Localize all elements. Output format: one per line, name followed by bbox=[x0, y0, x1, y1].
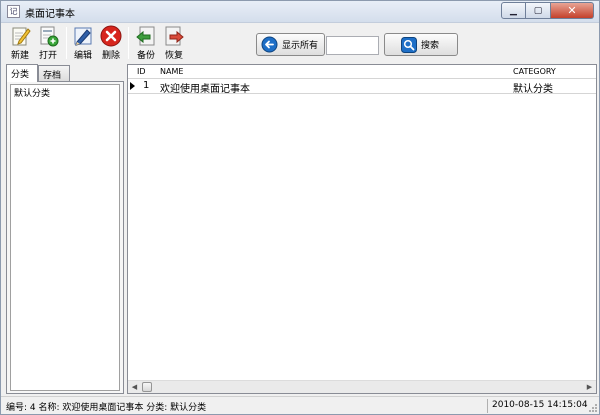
restore-button[interactable]: 恢复 bbox=[160, 25, 188, 61]
scroll-right-icon[interactable]: ▶ bbox=[583, 381, 596, 393]
close-button[interactable]: ✕ bbox=[551, 2, 594, 19]
status-bar: 编号: 4 名称: 欢迎使用桌面记事本 分类: 默认分类 2010-08-15 … bbox=[1, 396, 599, 414]
restore-label: 恢复 bbox=[164, 51, 183, 61]
search-button[interactable]: 搜索 bbox=[384, 33, 458, 56]
edit-button[interactable]: 编辑 bbox=[69, 25, 97, 61]
grid-header: ID NAME CATEGORY bbox=[128, 65, 596, 79]
app-icon: 记 bbox=[7, 5, 20, 18]
backup-label: 备份 bbox=[136, 51, 155, 61]
delete-button[interactable]: 删除 bbox=[97, 25, 125, 61]
new-label: 新建 bbox=[10, 51, 29, 61]
search-icon bbox=[401, 36, 417, 53]
cell-id: 1 bbox=[143, 80, 150, 91]
horizontal-scrollbar[interactable]: ◀ ▶ bbox=[128, 380, 596, 393]
backup-button[interactable]: 备份 bbox=[132, 25, 160, 61]
status-separator bbox=[487, 399, 488, 413]
window-controls: ▁ ▢ ✕ bbox=[501, 2, 594, 19]
main-window: 记 桌面记事本 ▁ ▢ ✕ 新建 打开 编辑 删除 备份 恢复 显示所有 搜索 … bbox=[0, 0, 600, 415]
back-arrow-icon bbox=[261, 36, 278, 53]
restore-icon bbox=[165, 26, 184, 46]
delete-icon bbox=[100, 25, 122, 47]
table-row[interactable]: 1 欢迎使用桌面记事本 默认分类 bbox=[128, 79, 596, 95]
new-button[interactable]: 新建 bbox=[6, 25, 34, 61]
column-header-id[interactable]: ID bbox=[137, 67, 146, 76]
cell-name: 欢迎使用桌面记事本 bbox=[160, 84, 250, 95]
new-note-icon bbox=[12, 27, 31, 46]
notes-grid: ID NAME CATEGORY 1 欢迎使用桌面记事本 默认分类 ◀ ▶ bbox=[127, 64, 597, 394]
window-title: 桌面记事本 bbox=[25, 9, 75, 20]
toolbar-separator bbox=[128, 27, 129, 59]
resize-grip-icon[interactable] bbox=[588, 403, 598, 413]
edit-label: 编辑 bbox=[73, 51, 92, 61]
scroll-thumb[interactable] bbox=[142, 382, 152, 392]
backup-icon bbox=[136, 26, 155, 46]
toolbar: 新建 打开 编辑 删除 备份 恢复 显示所有 搜索 bbox=[1, 23, 599, 64]
scroll-left-icon[interactable]: ◀ bbox=[128, 381, 141, 393]
show-all-button[interactable]: 显示所有 bbox=[256, 33, 325, 56]
title-bar[interactable]: 记 桌面记事本 ▁ ▢ ✕ bbox=[1, 1, 599, 23]
minimize-button[interactable]: ▁ bbox=[501, 2, 526, 19]
list-item[interactable]: 默认分类 bbox=[11, 85, 119, 100]
column-header-category[interactable]: CATEGORY bbox=[513, 67, 556, 76]
column-header-name[interactable]: NAME bbox=[160, 67, 183, 76]
search-label: 搜索 bbox=[421, 41, 440, 51]
delete-label: 删除 bbox=[101, 51, 120, 61]
status-datetime: 2010-08-15 14:15:04 bbox=[492, 400, 588, 410]
maximize-button[interactable]: ▢ bbox=[526, 2, 551, 19]
tab-archive[interactable]: 存档 bbox=[38, 65, 70, 81]
tab-panel: 默认分类 bbox=[6, 81, 124, 394]
search-input[interactable] bbox=[326, 36, 379, 55]
toolbar-separator bbox=[66, 27, 67, 59]
show-all-label: 显示所有 bbox=[282, 41, 319, 51]
open-label: 打开 bbox=[38, 51, 57, 61]
open-button[interactable]: 打开 bbox=[34, 25, 62, 61]
category-list: 默认分类 bbox=[10, 84, 120, 391]
edit-icon bbox=[74, 27, 92, 46]
open-note-icon bbox=[40, 26, 59, 47]
current-row-indicator-icon bbox=[130, 82, 135, 90]
status-info: 编号: 4 名称: 欢迎使用桌面记事本 分类: 默认分类 bbox=[6, 403, 207, 413]
cell-category: 默认分类 bbox=[513, 84, 553, 95]
tab-categories[interactable]: 分类 bbox=[6, 64, 38, 82]
left-panel: 分类 存档 默认分类 bbox=[6, 64, 124, 394]
